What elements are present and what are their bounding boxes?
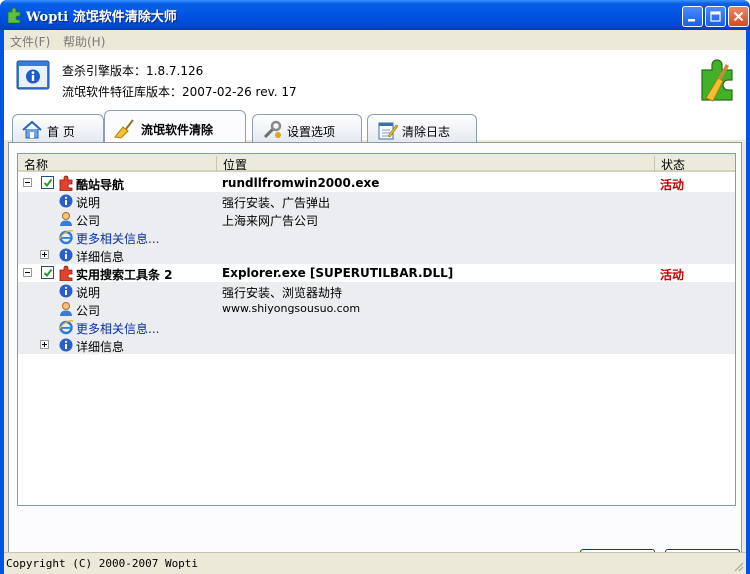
item-location: Explorer.exe [SUPERUTILBAR.DLL] [222,266,454,280]
tab-home[interactable]: 首 页 [12,114,104,142]
app-window: Wopti 流氓软件清除大师 文件(F) 帮助(H) 查杀引擎版本：1.8.7.… [0,0,750,574]
list-item-detail: 更多相关信息... [18,318,735,336]
close-button[interactable] [728,6,749,27]
collapse-toggle[interactable] [23,268,32,277]
database-version: 流氓软件特征库版本：2007-02-26 rev. 17 [62,85,297,99]
collapse-toggle[interactable] [23,178,32,187]
item-location: rundllfromwin2000.exe [222,176,380,190]
copyright-text: Copyright (C) 2000-2007 Wopti [6,557,199,570]
company-value: www.shiyongsousuo.com [222,302,361,315]
broom-icon [114,119,134,139]
item-status: 活动 [660,178,685,192]
maximize-icon [710,11,721,22]
checkmark-icon [43,268,53,278]
list-item-detail: 公司 www.shiyongsousuo.com [18,300,735,318]
list-item[interactable]: 酷站导航 rundllfromwin2000.exe 活动 [18,174,735,192]
item-name: 实用搜索工具条 2 [76,268,173,282]
client-area: 文件(F) 帮助(H) 查杀引擎版本：1.8.7.126 流氓软件特征库版本：2… [4,30,746,574]
tab-clean-label: 流氓软件清除 [141,123,214,137]
desc-value: 强行安装、广告弹出 [222,196,331,210]
list-item-detail: 详细信息 [18,336,735,354]
column-status[interactable]: 状态 [654,156,685,172]
info-icon [59,284,73,298]
company-label: 公司 [76,304,101,318]
minimize-icon [688,19,695,22]
ie-icon [58,230,74,245]
list-header: 名称 位置 状态 [18,154,735,172]
column-location[interactable]: 位置 [216,156,247,172]
menu-help[interactable]: 帮助(H) [63,33,105,50]
item-checkbox[interactable] [41,176,54,189]
resize-grip-icon[interactable] [732,560,744,572]
desc-label: 说明 [76,286,101,300]
malware-list[interactable]: 名称 位置 状态 酷站导航 rundllfromwin2000.exe 活动 说… [17,153,736,506]
details-label: 详细信息 [76,250,125,264]
notepad-icon [378,122,398,140]
wrench-icon [263,120,282,139]
info-icon [59,194,73,208]
ie-icon [58,320,74,335]
tab-log-label: 清除日志 [402,125,451,139]
red-puzzle-icon [59,175,73,191]
red-puzzle-icon [59,265,73,281]
desc-label: 说明 [76,196,101,210]
menu-file[interactable]: 文件(F) [10,33,50,50]
item-name: 酷站导航 [76,178,125,192]
info-icon [59,338,73,352]
list-item-detail: 说明 强行安装、浏览器劫持 [18,282,735,300]
engine-version: 查杀引擎版本：1.8.7.126 [62,64,204,78]
list-item-detail: 公司 上海来网广告公司 [18,210,735,228]
status-bar: Copyright (C) 2000-2007 Wopti [4,552,746,574]
close-icon [733,11,744,22]
tab-settings[interactable]: 设置选项 [252,114,362,142]
company-value: 上海来网广告公司 [222,214,319,228]
item-checkbox[interactable] [41,266,54,279]
clean-panel: 名称 位置 状态 酷站导航 rundllfromwin2000.exe 活动 说… [8,142,742,574]
title-bar[interactable]: Wopti 流氓软件清除大师 [0,0,750,30]
menu-bar: 文件(F) 帮助(H) [4,30,746,50]
tab-settings-label: 设置选项 [287,125,336,139]
home-icon [22,120,42,139]
window-title: Wopti 流氓软件清除大师 [26,10,177,25]
column-name[interactable]: 名称 [24,156,48,172]
user-icon [60,302,72,316]
puzzle-broom-logo-icon [701,59,733,102]
expand-toggle[interactable] [40,250,49,259]
tab-log[interactable]: 清除日志 [367,114,477,142]
more-info-link[interactable]: 更多相关信息... [76,320,159,337]
maximize-button[interactable] [705,6,726,27]
tab-home-label: 首 页 [47,125,75,139]
puzzle-app-icon [7,7,21,23]
company-label: 公司 [76,214,101,228]
tab-clean-malware[interactable]: 流氓软件清除 [104,110,246,142]
list-item-detail: 详细信息 [18,246,735,264]
desc-value: 强行安装、浏览器劫持 [222,286,343,300]
list-item-detail: 更多相关信息... [18,228,735,246]
list-item-detail: 说明 强行安装、广告弹出 [18,192,735,210]
more-info-link[interactable]: 更多相关信息... [76,230,159,247]
minimize-button[interactable] [682,6,703,27]
user-icon [60,212,72,226]
details-label: 详细信息 [76,340,125,354]
expand-toggle[interactable] [40,340,49,349]
info-icon [59,248,73,262]
checkmark-icon [43,178,53,188]
item-status: 活动 [660,268,685,282]
main-tabs: 首 页 设置选项 清除日志 流氓软件清除 [4,110,746,142]
info-window-icon [16,60,50,90]
list-item[interactable]: 实用搜索工具条 2 Explorer.exe [SUPERUTILBAR.DLL… [18,264,735,282]
